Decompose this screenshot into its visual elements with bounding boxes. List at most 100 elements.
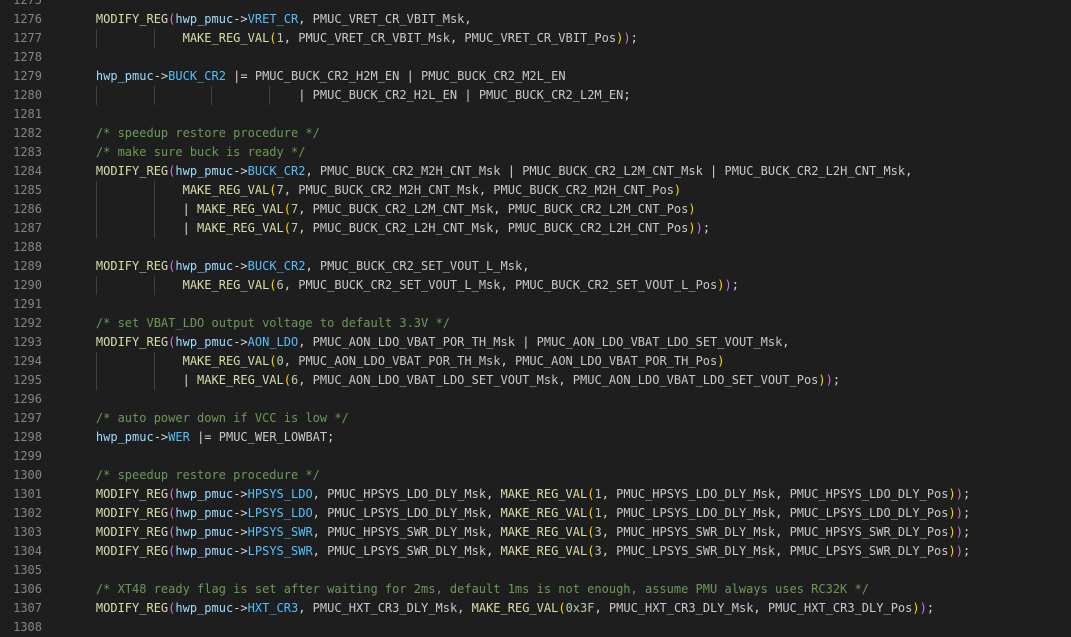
- code-token: (: [558, 601, 566, 615]
- code-line[interactable]: [67, 447, 1071, 466]
- code-token: ,: [500, 354, 515, 368]
- code-token: hwp_pmuc: [95, 430, 154, 444]
- code-token: ,: [312, 544, 328, 558]
- code-line[interactable]: MODIFY_REG(hwp_pmuc->BUCK_CR2, PMUC_BUCK…: [67, 162, 1071, 181]
- code-line[interactable]: MAKE_REG_VAL(7, PMUC_BUCK_CR2_M2H_CNT_Ms…: [67, 181, 1071, 200]
- code-token: ->: [233, 506, 248, 520]
- code-token: (: [269, 278, 277, 292]
- line-number: 1284: [13, 164, 42, 178]
- code-token: ,: [298, 12, 313, 26]
- code-token: ,: [775, 525, 790, 539]
- code-area[interactable]: MODIFY_REG(hwp_pmuc->VRET_CR, PMUC_VRET_…: [67, 0, 1071, 637]
- code-token: PMUC_BUCK_CR2_SET_VOUT_L_Pos: [514, 278, 718, 292]
- code-token: MAKE_REG_VAL: [182, 183, 270, 197]
- code-token: ,: [493, 221, 508, 235]
- code-token: BUCK_CR2: [247, 259, 306, 273]
- code-editor[interactable]: 1275 1276 1277 1278 1279 1280 1281 1282 1283 1284…: [0, 0, 1071, 637]
- code-line[interactable]: [67, 561, 1071, 580]
- code-token: |: [399, 69, 422, 83]
- code-token: MODIFY_REG: [95, 164, 169, 178]
- code-token: LPSYS_LDO: [247, 506, 313, 520]
- code-line[interactable]: | MAKE_REG_VAL(6, PMUC_AON_LDO_VBAT_LDO_…: [67, 371, 1071, 390]
- code-token: ): [955, 544, 963, 558]
- code-line[interactable]: MODIFY_REG(hwp_pmuc->HPSYS_SWR, PMUC_HPS…: [67, 523, 1071, 542]
- code-line[interactable]: /* speedup restore procedure */: [67, 466, 1071, 485]
- code-token: ->: [233, 335, 248, 349]
- code-token: ,: [305, 259, 320, 273]
- code-token: ): [688, 221, 696, 235]
- line-number: 1296: [13, 392, 42, 406]
- code-line[interactable]: MAKE_REG_VAL(6, PMUC_BUCK_CR2_SET_VOUT_L…: [67, 276, 1071, 295]
- line-number: 1304: [13, 544, 42, 558]
- code-token: ,: [305, 164, 320, 178]
- code-token: PMUC_BUCK_CR2_L2H_CNT_Msk: [312, 221, 494, 235]
- code-line[interactable]: hwp_pmuc->WER |= PMUC_WER_LOWBAT;: [67, 428, 1071, 447]
- line-number: 1285: [13, 183, 42, 197]
- code-token: ,: [298, 202, 313, 216]
- code-line[interactable]: [67, 390, 1071, 409]
- code-token: ;: [832, 373, 841, 387]
- code-line[interactable]: MODIFY_REG(hwp_pmuc->HPSYS_LDO, PMUC_HPS…: [67, 485, 1071, 504]
- code-token: ,: [464, 12, 472, 26]
- code-token: hwp_pmuc: [175, 487, 234, 501]
- code-token: ): [948, 544, 956, 558]
- code-token: MAKE_REG_VAL: [471, 601, 559, 615]
- line-number: 1276: [13, 12, 42, 26]
- code-line[interactable]: MODIFY_REG(hwp_pmuc->BUCK_CR2, PMUC_BUCK…: [67, 257, 1071, 276]
- code-line[interactable]: | MAKE_REG_VAL(7, PMUC_BUCK_CR2_L2M_CNT_…: [67, 200, 1071, 219]
- code-line[interactable]: /* make sure buck is ready */: [67, 143, 1071, 162]
- code-line[interactable]: /* auto power down if VCC is low */: [67, 409, 1071, 428]
- code-token: ,: [486, 487, 501, 501]
- code-line[interactable]: MAKE_REG_VAL(1, PMUC_VRET_CR_VBIT_Msk, P…: [67, 29, 1071, 48]
- code-token: PMUC_BUCK_CR2_M2L_EN: [421, 69, 566, 83]
- code-token: ,: [283, 354, 299, 368]
- indent-guide: [95, 352, 97, 371]
- code-token: ): [955, 525, 963, 539]
- code-line[interactable]: /* speedup restore procedure */: [67, 124, 1071, 143]
- code-line[interactable]: MODIFY_REG(hwp_pmuc->AON_LDO, PMUC_AON_L…: [67, 333, 1071, 352]
- code-line[interactable]: MODIFY_REG(hwp_pmuc->VRET_CR, PMUC_VRET_…: [67, 10, 1071, 29]
- code-line[interactable]: | PMUC_BUCK_CR2_H2L_EN | PMUC_BUCK_CR2_L…: [67, 86, 1071, 105]
- indent-guide: [153, 371, 155, 390]
- code-line[interactable]: /* XT48 ready flag is set after waiting …: [67, 580, 1071, 599]
- code-line[interactable]: hwp_pmuc->BUCK_CR2 |= PMUC_BUCK_CR2_H2M_…: [67, 67, 1071, 86]
- code-token: ,: [782, 335, 790, 349]
- code-token: PMUC_BUCK_CR2_H2M_EN: [254, 69, 400, 83]
- indent-guide: [153, 29, 155, 48]
- code-line[interactable]: | MAKE_REG_VAL(7, PMUC_BUCK_CR2_L2H_CNT_…: [67, 219, 1071, 238]
- code-line[interactable]: MODIFY_REG(hwp_pmuc->LPSYS_LDO, PMUC_LPS…: [67, 504, 1071, 523]
- indent-guide: [95, 371, 97, 390]
- line-number-gutter: 1275 1276 1277 1278 1279 1280 1281 1282 1283 1284…: [0, 0, 62, 637]
- code-token: ): [955, 506, 963, 520]
- code-token: MAKE_REG_VAL: [500, 544, 588, 558]
- code-token: ;: [630, 31, 638, 45]
- code-line[interactable]: [67, 105, 1071, 124]
- code-line[interactable]: MAKE_REG_VAL(0, PMUC_AON_LDO_VBAT_POR_TH…: [67, 352, 1071, 371]
- code-token: PMUC_VRET_CR_VBIT_Msk: [312, 12, 465, 26]
- code-token: hwp_pmuc: [175, 544, 234, 558]
- code-token: ): [948, 487, 956, 501]
- code-token: ): [717, 354, 725, 368]
- code-line[interactable]: [67, 0, 1071, 10]
- code-line[interactable]: [67, 295, 1071, 314]
- code-line[interactable]: /* set VBAT_LDO output voltage to defaul…: [67, 314, 1071, 333]
- code-line[interactable]: [67, 618, 1071, 637]
- line-number: 1275: [13, 0, 42, 7]
- code-line[interactable]: [67, 238, 1071, 257]
- code-token: PMUC_AON_LDO_VBAT_POR_TH_Msk: [312, 335, 515, 349]
- code-line[interactable]: MODIFY_REG (hwp_pmuc->HXT_CR3, PMUC_HXT_C…: [67, 599, 1071, 618]
- code-line[interactable]: MODIFY_REG(hwp_pmuc->LPSYS_SWR, PMUC_LPS…: [67, 542, 1071, 561]
- code-token: ): [818, 373, 826, 387]
- code-line[interactable]: [67, 48, 1071, 67]
- line-number: 1288: [13, 240, 42, 254]
- code-token: ,: [601, 525, 617, 539]
- line-number: 1277: [13, 31, 42, 45]
- code-token: ,: [283, 183, 299, 197]
- code-token: ,: [775, 544, 790, 558]
